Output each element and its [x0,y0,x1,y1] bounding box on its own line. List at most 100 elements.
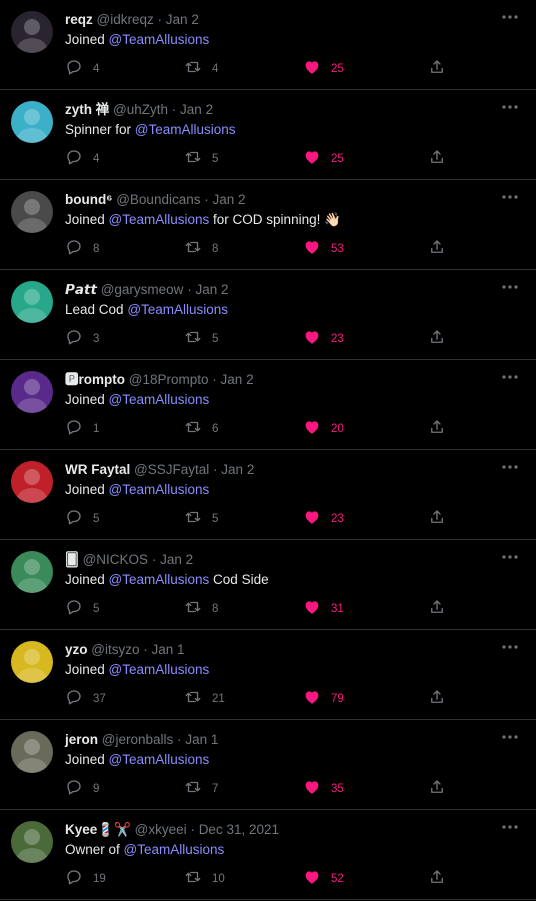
avatar[interactable] [11,821,53,863]
like-button[interactable]: 25 [303,149,344,169]
reply-button[interactable]: 8 [65,239,99,259]
share-button[interactable] [428,419,446,439]
share-button[interactable] [428,329,446,349]
display-name[interactable]: WR Faytal [65,462,130,477]
retweet-button[interactable]: 5 [184,509,218,529]
mention-link[interactable]: @TeamAllusions [127,302,228,317]
retweet-button[interactable]: 4 [184,59,218,79]
more-icon[interactable] [501,188,519,206]
share-button[interactable] [428,149,446,169]
like-button[interactable]: 31 [303,599,344,619]
display-name[interactable]: 🅿rompto [65,372,125,387]
user-handle[interactable]: @Boundicans [116,192,200,207]
tweet[interactable]: Kyee💈✂️ @xkyeei · Dec 31, 2021 Owner of … [0,810,536,900]
avatar[interactable] [11,281,53,323]
reply-button[interactable]: 9 [65,779,99,799]
share-button[interactable] [428,509,446,529]
tweet-date[interactable]: Jan 2 [160,552,193,567]
more-icon[interactable] [501,98,519,116]
tweet-date[interactable]: Jan 2 [213,192,246,207]
share-button[interactable] [428,779,446,799]
mention-link[interactable]: @TeamAllusions [109,572,210,587]
more-icon[interactable] [501,818,519,836]
display-name[interactable]: yzo [65,642,88,657]
share-button[interactable] [428,869,446,889]
share-button[interactable] [428,689,446,709]
display-name[interactable]: 🂠 [65,552,79,567]
retweet-button[interactable]: 5 [184,329,218,349]
reply-button[interactable]: 19 [65,869,106,889]
user-handle[interactable]: @NICKOS [83,552,148,567]
avatar[interactable] [11,11,53,53]
user-handle[interactable]: @SSJFaytal [134,462,209,477]
like-button[interactable]: 79 [303,689,344,709]
share-button[interactable] [428,599,446,619]
avatar[interactable] [11,641,53,683]
tweet-date[interactable]: Jan 1 [185,732,218,747]
avatar[interactable] [11,551,53,593]
avatar[interactable] [11,371,53,413]
tweet-date[interactable]: Jan 2 [221,462,254,477]
more-icon[interactable] [501,368,519,386]
more-icon[interactable] [501,8,519,26]
mention-link[interactable]: @TeamAllusions [109,482,210,497]
user-handle[interactable]: @uhZyth [113,102,168,117]
tweet-date[interactable]: Dec 31, 2021 [199,822,279,837]
tweet-date[interactable]: Jan 2 [195,282,228,297]
like-button[interactable]: 35 [303,779,344,799]
more-icon[interactable] [501,458,519,476]
mention-link[interactable]: @TeamAllusions [109,212,210,227]
user-handle[interactable]: @itsyzo [91,642,139,657]
tweet-date[interactable]: Jan 2 [221,372,254,387]
mention-link[interactable]: @TeamAllusions [109,662,210,677]
retweet-button[interactable]: 21 [184,689,225,709]
tweet-date[interactable]: Jan 2 [166,12,199,27]
reply-button[interactable]: 37 [65,689,106,709]
more-icon[interactable] [501,638,519,656]
user-handle[interactable]: @jeronballs [102,732,174,747]
tweet[interactable]: zyth 禅 @uhZyth · Jan 2 Spinner for @Team… [0,90,536,180]
tweet[interactable]: yzo @itsyzo · Jan 1 Joined @TeamAllusion… [0,630,536,720]
display-name[interactable]: zyth 禅 [65,102,109,117]
retweet-button[interactable]: 10 [184,869,225,889]
reply-button[interactable]: 3 [65,329,99,349]
avatar[interactable] [11,461,53,503]
mention-link[interactable]: @TeamAllusions [124,842,225,857]
tweet[interactable]: WR Faytal @SSJFaytal · Jan 2 Joined @Tea… [0,450,536,540]
reply-button[interactable]: 4 [65,59,99,79]
reply-button[interactable]: 5 [65,509,99,529]
retweet-button[interactable]: 7 [184,779,218,799]
tweet-date[interactable]: Jan 2 [180,102,213,117]
reply-button[interactable]: 1 [65,419,99,439]
retweet-button[interactable]: 8 [184,599,218,619]
avatar[interactable] [11,731,53,773]
share-button[interactable] [428,239,446,259]
mention-link[interactable]: @TeamAllusions [109,752,210,767]
user-handle[interactable]: @garysmeow [101,282,184,297]
more-icon[interactable] [501,548,519,566]
reply-button[interactable]: 4 [65,149,99,169]
avatar[interactable] [11,101,53,143]
like-button[interactable]: 20 [303,419,344,439]
mention-link[interactable]: @TeamAllusions [109,392,210,407]
mention-link[interactable]: @TeamAllusions [135,122,236,137]
display-name[interactable]: 𝙋𝙖𝙩𝙩 [65,282,97,297]
tweet[interactable]: reqz @idkreqz · Jan 2 Joined @TeamAllusi… [0,0,536,90]
tweet-date[interactable]: Jan 1 [152,642,185,657]
like-button[interactable]: 23 [303,509,344,529]
display-name[interactable]: Kyee💈✂️ [65,822,131,837]
share-button[interactable] [428,59,446,79]
user-handle[interactable]: @18Prompto [129,372,209,387]
like-button[interactable]: 23 [303,329,344,349]
display-name[interactable]: reqz [65,12,93,27]
mention-link[interactable]: @TeamAllusions [109,32,210,47]
display-name[interactable]: bound⁶ [65,192,112,207]
retweet-button[interactable]: 8 [184,239,218,259]
avatar[interactable] [11,191,53,233]
tweet[interactable]: bound⁶ @Boundicans · Jan 2 Joined @TeamA… [0,180,536,270]
tweet[interactable]: 🂠 @NICKOS · Jan 2 Joined @TeamAllusions … [0,540,536,630]
more-icon[interactable] [501,728,519,746]
display-name[interactable]: jeron [65,732,98,747]
tweet[interactable]: jeron @jeronballs · Jan 1 Joined @TeamAl… [0,720,536,810]
like-button[interactable]: 25 [303,59,344,79]
